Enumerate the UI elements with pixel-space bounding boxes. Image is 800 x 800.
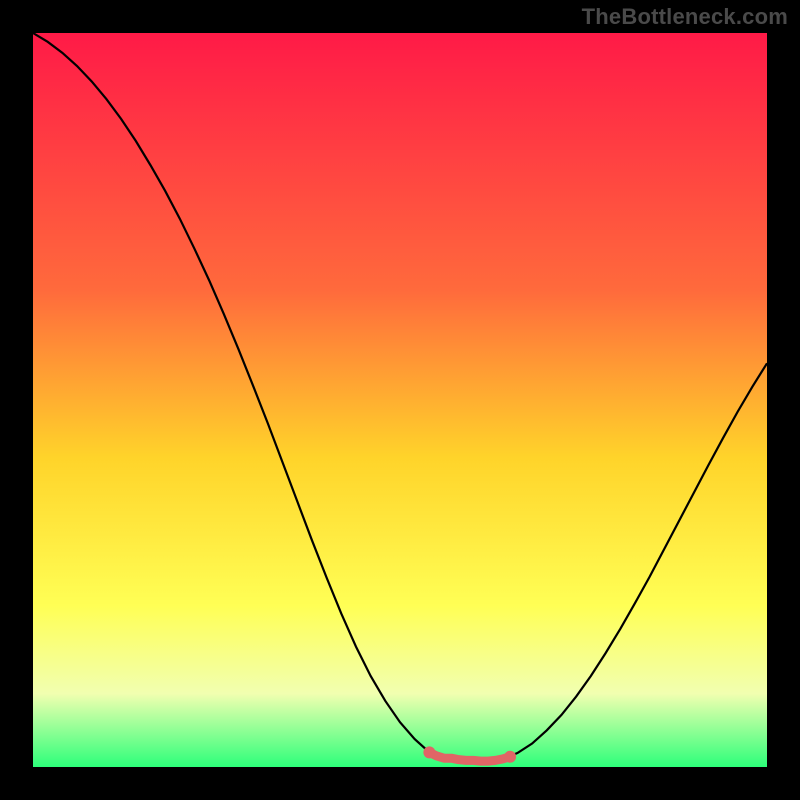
optimal-range-endpoint xyxy=(504,751,516,763)
optimal-range-endpoint xyxy=(423,746,435,758)
gradient-background xyxy=(33,33,767,767)
chart-container: TheBottleneck.com xyxy=(0,0,800,800)
watermark-text: TheBottleneck.com xyxy=(582,4,788,30)
chart-svg xyxy=(33,33,767,767)
plot-outer xyxy=(33,33,767,767)
plot-area xyxy=(33,33,767,767)
